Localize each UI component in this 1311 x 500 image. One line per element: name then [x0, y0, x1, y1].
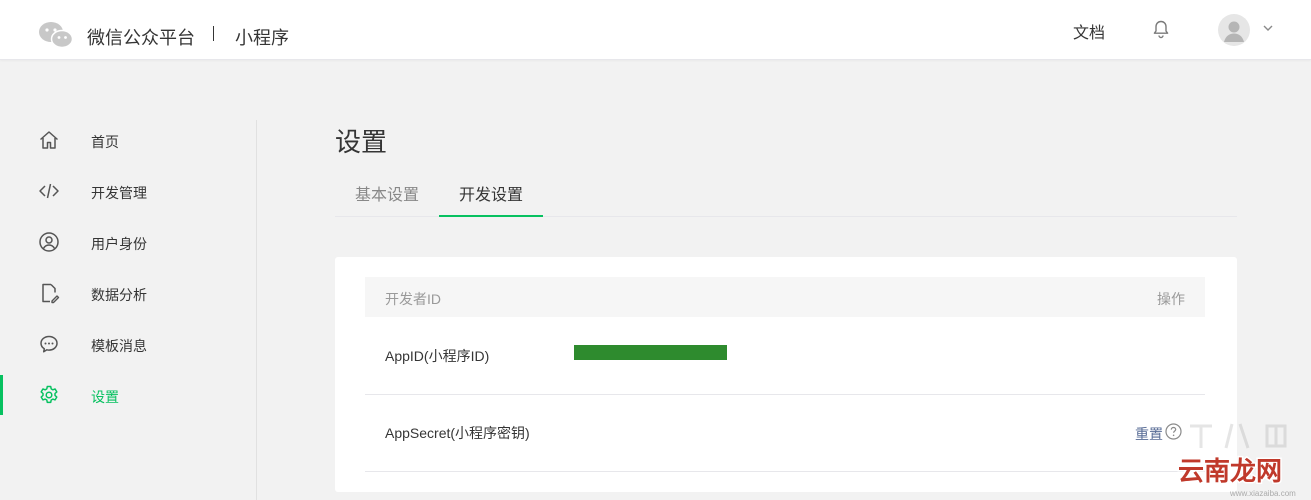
home-icon: [40, 131, 58, 149]
table-row: AppID(小程序ID): [365, 317, 1205, 395]
appsecret-label: AppSecret(小程序密钥): [385, 425, 530, 441]
chevron-down-icon[interactable]: [1262, 22, 1274, 34]
product-name: 小程序: [235, 28, 289, 48]
data-analysis-icon: [42, 283, 60, 304]
docs-link[interactable]: 文档: [1073, 19, 1105, 43]
bell-icon[interactable]: [1151, 19, 1171, 39]
gear-icon: [40, 385, 58, 404]
brand-divider: [213, 26, 214, 41]
watermark-domain: www.xiazaiba.com: [1229, 489, 1296, 498]
sidebar-item-user-identity[interactable]: 用户身份: [0, 222, 255, 262]
page-title: 设置: [335, 127, 388, 157]
developer-id-card: 开发者ID 操作 AppID(小程序ID) AppSecret(小程序密钥) 重…: [335, 257, 1237, 492]
tab-basic-settings[interactable]: 基本设置: [335, 176, 439, 216]
avatar[interactable]: [1218, 14, 1250, 46]
appid-value-redacted: [574, 345, 727, 360]
user-avatar-icon: [1224, 21, 1244, 42]
sidebar: 首页 开发管理 用户身份 数据分析 模板消息 设置: [0, 120, 257, 500]
watermark-logo: 云南龙网 www.xiazaiba.com: [1177, 423, 1296, 498]
sidebar-item-label: 开发管理: [91, 185, 147, 201]
sidebar-item-label: 数据分析: [91, 287, 147, 303]
table-header: 开发者ID 操作: [365, 277, 1205, 317]
watermark-text: 云南龙网: [1178, 457, 1282, 487]
sidebar-item-template-message[interactable]: 模板消息: [0, 324, 255, 364]
sidebar-item-label: 模板消息: [91, 338, 147, 354]
sidebar-item-data-analysis[interactable]: 数据分析: [0, 273, 255, 313]
table-row: AppSecret(小程序密钥) 重置: [365, 394, 1205, 472]
brand-name: 微信公众平台: [87, 28, 195, 48]
sidebar-item-label: 用户身份: [91, 236, 147, 252]
sidebar-item-home[interactable]: 首页: [0, 120, 255, 160]
top-bar: 微信公众平台 小程序 文档: [0, 0, 1311, 60]
sidebar-item-settings[interactable]: 设置: [0, 375, 255, 415]
column-header-developer-id: 开发者ID: [385, 291, 441, 307]
appid-label: AppID(小程序ID): [385, 348, 490, 364]
column-header-action: 操作: [1157, 291, 1185, 307]
reset-secret-link[interactable]: 重置: [1135, 424, 1163, 444]
settings-tabs: 基本设置 开发设置: [335, 176, 1237, 217]
message-icon: [40, 335, 58, 353]
sidebar-item-label: 首页: [91, 134, 119, 150]
wechat-logo-icon[interactable]: [38, 21, 74, 49]
user-icon: [39, 232, 59, 252]
code-icon: [39, 183, 59, 199]
tab-dev-settings[interactable]: 开发设置: [439, 176, 543, 217]
sidebar-item-label: 设置: [91, 389, 119, 405]
sidebar-item-dev-management[interactable]: 开发管理: [0, 171, 255, 211]
